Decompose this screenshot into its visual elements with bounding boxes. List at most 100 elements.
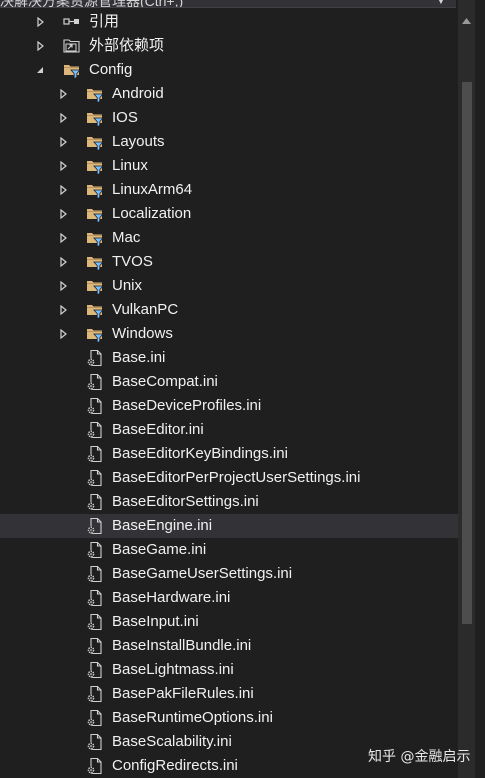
collapsed-arrow-icon[interactable] [58,305,68,315]
tree-item-file[interactable]: BaseGame.ini [0,538,458,562]
tree-item-label: 引用 [89,13,120,30]
collapsed-arrow-icon[interactable] [58,185,68,195]
collapsed-arrow-icon[interactable] [58,161,68,171]
tree-item-file[interactable]: BaseEditor.ini [0,418,458,442]
tree-item-label: IOS [112,109,138,126]
tree-item-folder[interactable]: IOS [0,106,458,130]
tree-item-label: Localization [112,205,192,222]
tree-item-label: BaseEditorKeyBindings.ini [112,445,288,462]
tree-item-folder[interactable]: Android [0,82,458,106]
tree-item-file[interactable]: BaseGameUserSettings.ini [0,562,458,586]
tree-item-label: BaseInput.ini [112,613,199,630]
search-bar[interactable]: 决解决方案资源管理器(Ctrl+;) ▼ [0,0,456,8]
tree-item-external-dependencies[interactable]: 外部依赖项 [0,34,458,58]
config-file-icon [87,493,102,511]
references-icon [63,18,79,25]
tree-item-file[interactable]: BaseInput.ini [0,610,458,634]
collapsed-arrow-icon[interactable] [58,113,68,123]
tree-item-label: BaseGameUserSettings.ini [112,565,293,582]
collapsed-arrow-icon[interactable] [58,329,68,339]
tree-item-references[interactable]: 引用 [0,10,458,34]
tree-item-folder[interactable]: Mac [0,226,458,250]
file-tree: 引用外部依赖项 Config Android IOS Layouts Linux Linux… [0,10,458,778]
config-file-icon [87,733,102,751]
filtered-folder-icon [87,137,104,151]
tree-item-label: Config [89,61,133,78]
tree-item-label: BaseEditorPerProjectUserSettings.ini [112,469,361,486]
config-file-icon [87,541,102,559]
tree-item-file[interactable]: BaseHardware.ini [0,586,458,610]
tree-item-label: Layouts [112,133,165,150]
config-file-icon [87,517,102,535]
tree-item-label: BaseEditor.ini [112,421,204,438]
tree-item-label: Base.ini [112,349,166,366]
config-file-icon [87,685,102,703]
tree-item-label: Unix [112,277,143,294]
filtered-folder-icon [87,281,104,295]
tree-item-file[interactable]: BaseEditorSettings.ini [0,490,458,514]
tree-item-file[interactable]: BaseLightmass.ini [0,658,458,682]
filtered-folder-icon [87,257,104,271]
filtered-folder-icon [64,65,81,79]
tree-item-folder[interactable]: Linux [0,154,458,178]
tree-item-label: Windows [112,325,173,342]
collapsed-arrow-icon[interactable] [58,233,68,243]
chevron-down-icon[interactable]: ▼ [436,0,446,7]
tree-item-label: BaseLightmass.ini [112,661,234,678]
solution-explorer: 决解决方案资源管理器(Ctrl+;) ▼ 引用外部依赖项 Config Androi… [0,0,485,778]
collapsed-arrow-icon[interactable] [58,137,68,147]
collapsed-arrow-icon[interactable] [35,17,45,27]
tree-item-folder[interactable]: Localization [0,202,458,226]
config-file-icon [87,421,102,439]
filtered-folder-icon [87,305,104,319]
collapsed-arrow-icon[interactable] [58,281,68,291]
tree-item-config-folder[interactable]: Config [0,58,458,82]
expanded-arrow-icon[interactable] [35,65,45,75]
config-file-icon [87,397,102,415]
tree-item-label: Mac [112,229,141,246]
tree-item-file[interactable]: BaseEngine.ini [0,514,458,538]
filtered-folder-icon [87,113,104,127]
tree-item-label: TVOS [112,253,153,270]
tree-item-folder[interactable]: VulkanPC [0,298,458,322]
collapsed-arrow-icon[interactable] [58,257,68,267]
tree-item-file[interactable]: BaseCompat.ini [0,370,458,394]
tree-item-folder[interactable]: Unix [0,274,458,298]
config-file-icon [87,757,102,775]
tree-item-label: BasePakFileRules.ini [112,685,254,702]
tree-item-file[interactable]: BaseInstallBundle.ini [0,634,458,658]
scrollbar-thumb[interactable] [462,82,472,624]
tree-item-file[interactable]: BaseDeviceProfiles.ini [0,394,458,418]
tree-item-folder[interactable]: LinuxArm64 [0,178,458,202]
filtered-folder-icon [87,233,104,247]
filtered-folder-icon [87,329,104,343]
tree-item-file[interactable]: BasePakFileRules.ini [0,682,458,706]
config-file-icon [87,613,102,631]
collapsed-arrow-icon[interactable] [58,89,68,99]
config-file-icon [87,373,102,391]
collapsed-arrow-icon[interactable] [35,41,45,51]
config-file-icon [87,637,102,655]
tree-item-file[interactable]: Base.ini [0,346,458,370]
scroll-up-arrow-icon[interactable] [460,14,473,28]
tree-item-file[interactable]: BaseEditorPerProjectUserSettings.ini [0,466,458,490]
tree-item-folder[interactable]: Layouts [0,130,458,154]
tree-item-label: BaseDeviceProfiles.ini [112,397,262,414]
tree-item-file[interactable]: BaseRuntimeOptions.ini [0,706,458,730]
watermark: 知乎 @金融启示 [368,749,471,765]
tree-item-label: BaseInstallBundle.ini [112,637,252,654]
tree-item-label: Android [112,85,164,102]
tree-item-label: BaseEditorSettings.ini [112,493,259,510]
tree-item-label: BaseHardware.ini [112,589,231,606]
collapsed-arrow-icon[interactable] [58,209,68,219]
tree-item-file[interactable]: BaseEditorKeyBindings.ini [0,442,458,466]
config-file-icon [87,445,102,463]
tree-item-folder[interactable]: TVOS [0,250,458,274]
tree-item-folder[interactable]: Windows [0,322,458,346]
filtered-folder-icon [87,161,104,175]
config-file-icon [87,709,102,727]
config-file-icon [87,661,102,679]
config-file-icon [87,469,102,487]
tree-item-label: 外部依赖项 [89,37,165,54]
tree-item-label: BaseScalability.ini [112,733,232,750]
